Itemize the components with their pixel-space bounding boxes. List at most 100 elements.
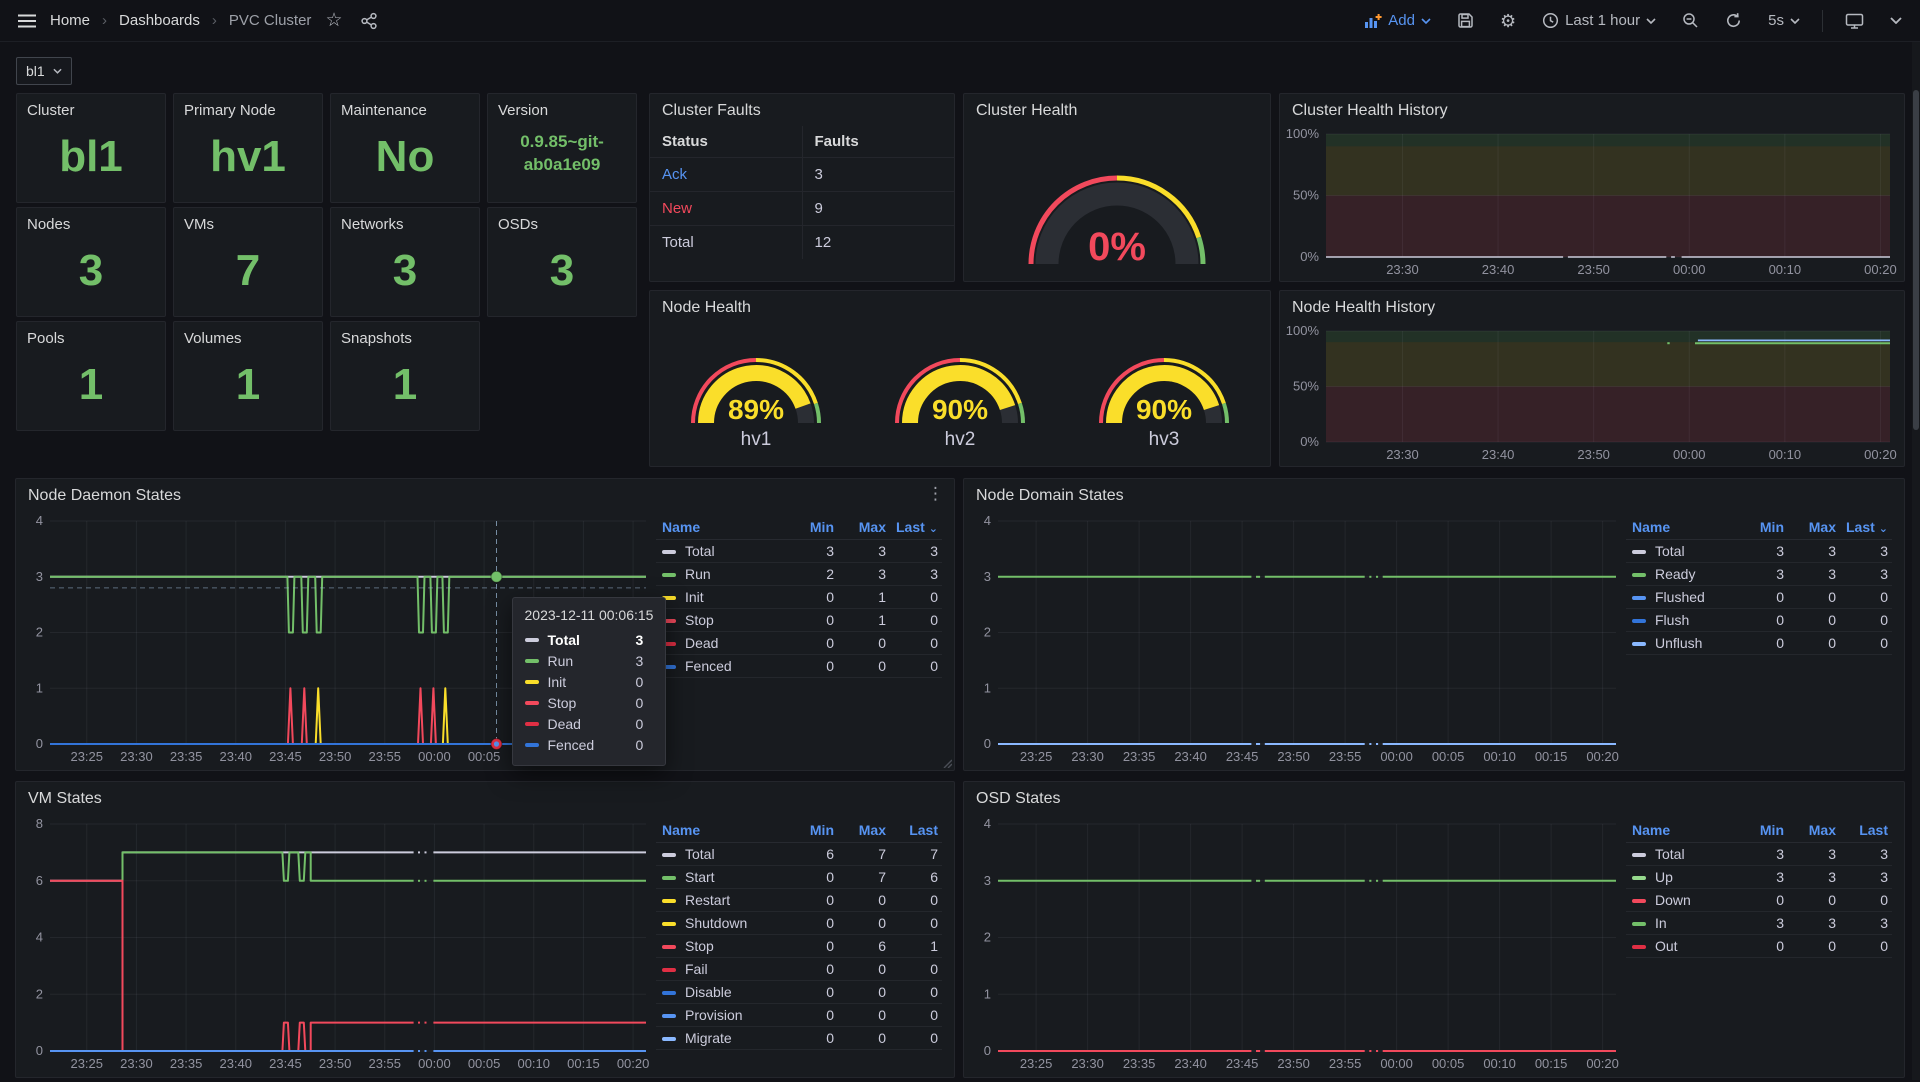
legend-header-last[interactable]: Last (890, 818, 942, 843)
legend-row[interactable]: Total677 (656, 843, 942, 866)
series-color-pill (525, 743, 539, 747)
panel-title: Cluster Health (964, 94, 1270, 122)
legend-row[interactable]: Fenced000 (656, 655, 942, 678)
tv-mode-button[interactable] (1841, 8, 1868, 34)
legend-header-max[interactable]: Max (1788, 818, 1840, 843)
legend-header-name[interactable]: Name (1626, 818, 1736, 843)
dashboard-settings-button[interactable]: ⚙ (1496, 8, 1520, 34)
breadcrumb-dashboards[interactable]: Dashboards (119, 12, 200, 29)
series-color-pill (1632, 876, 1646, 880)
series-name: Total (685, 543, 715, 559)
legend-row[interactable]: Down000 (1626, 889, 1892, 912)
legend-header-last[interactable]: Last⌄ (890, 515, 942, 540)
legend-row[interactable]: Stop061 (656, 935, 942, 958)
series-last: 0 (890, 912, 942, 935)
legend-header-min[interactable]: Min (1736, 818, 1788, 843)
svg-text:8: 8 (36, 816, 43, 831)
panel-resize-handle[interactable] (942, 758, 952, 768)
legend-row[interactable]: Init010 (656, 586, 942, 609)
node-domain-states-chart[interactable]: 23:2523:3023:3523:4023:4523:5023:5500:00… (964, 513, 1626, 770)
svg-text:1: 1 (36, 680, 43, 695)
legend-row[interactable]: Total333 (1626, 843, 1892, 866)
legend-header-last[interactable]: Last (1840, 818, 1892, 843)
refresh-button[interactable] (1721, 8, 1746, 33)
legend-row[interactable]: Total333 (656, 540, 942, 563)
svg-text:23:25: 23:25 (1020, 749, 1053, 764)
legend-row[interactable]: Unflush000 (1626, 632, 1892, 655)
legend-row[interactable]: Total333 (1626, 540, 1892, 563)
legend-row[interactable]: Stop010 (656, 609, 942, 632)
legend-row[interactable]: Provision000 (656, 1004, 942, 1027)
svg-text:23:55: 23:55 (368, 749, 401, 764)
share-button[interactable] (356, 8, 382, 34)
node-health-history-chart[interactable]: 23:3023:4023:5000:0000:1000:200%50%100% (1280, 323, 1904, 466)
legend-header-name[interactable]: Name (656, 818, 786, 843)
legend-row[interactable]: Fail000 (656, 958, 942, 981)
series-min: 6 (786, 843, 838, 866)
sort-caret-icon: ⌄ (1879, 522, 1888, 535)
panel-menu-kebab-icon[interactable]: ⋮ (927, 485, 944, 502)
legend-header-max[interactable]: Max (1788, 515, 1840, 540)
save-dashboard-button[interactable] (1453, 8, 1478, 33)
legend-row[interactable]: Start076 (656, 866, 942, 889)
fault-count: 12 (802, 226, 954, 260)
vm-states-chart[interactable]: 23:2523:3023:3523:4023:4523:5023:5500:00… (16, 816, 656, 1077)
svg-text:00:20: 00:20 (617, 1056, 650, 1071)
hamburger-menu-button[interactable] (14, 10, 40, 32)
legend-row[interactable]: Dead000 (656, 632, 942, 655)
fault-status-new[interactable]: New (650, 192, 802, 226)
favorite-star-button[interactable]: ☆ (321, 7, 346, 34)
cluster-variable-dropdown[interactable]: bl1 (16, 57, 72, 85)
legend-row[interactable]: Migrate000 (656, 1027, 942, 1050)
series-name: Dead (685, 635, 718, 651)
legend-header-max[interactable]: Max (838, 515, 890, 540)
refresh-interval-picker[interactable]: 5s (1764, 8, 1804, 33)
cluster-health-history-chart[interactable]: 23:3023:4023:5000:0000:1000:200%50%100% (1280, 126, 1904, 281)
legend-row[interactable]: Run233 (656, 563, 942, 586)
fault-status-ack[interactable]: Ack (650, 158, 802, 192)
gauge-node-label: hv1 (741, 429, 772, 451)
gauge-svg: 90% (1066, 319, 1262, 431)
legend-header-min[interactable]: Min (786, 515, 838, 540)
svg-text:23:35: 23:35 (1123, 1056, 1156, 1071)
breadcrumb-home[interactable]: Home (50, 12, 90, 29)
legend-header-min[interactable]: Min (786, 818, 838, 843)
add-panel-button[interactable]: Add (1360, 8, 1435, 33)
svg-text:23:55: 23:55 (1329, 749, 1362, 764)
cluster-faults-table: Status Faults Ack 3 New 9 Total 12 (650, 126, 954, 259)
series-color-pill (662, 1037, 676, 1041)
legend-row[interactable]: In333 (1626, 912, 1892, 935)
svg-text:00:20: 00:20 (1864, 447, 1897, 462)
scrollbar-track[interactable] (1912, 42, 1920, 1080)
svg-text:23:45: 23:45 (269, 749, 302, 764)
cluster-health-panel: Cluster Health 0% (963, 93, 1271, 282)
legend-header-name[interactable]: Name (1626, 515, 1736, 540)
zoom-out-time-button[interactable] (1678, 8, 1703, 33)
legend-row[interactable]: Ready333 (1626, 563, 1892, 586)
series-name: Total (1655, 846, 1685, 862)
series-color-pill (525, 638, 539, 642)
legend-header-last[interactable]: Last⌄ (1840, 515, 1892, 540)
legend-row[interactable]: Up333 (1626, 866, 1892, 889)
legend-header-min[interactable]: Min (1736, 515, 1788, 540)
series-color-pill (525, 722, 539, 726)
legend-row[interactable]: Restart000 (656, 889, 942, 912)
osd-states-chart[interactable]: 23:2523:3023:3523:4023:4523:5023:5500:00… (964, 816, 1626, 1077)
vm-states-panel: VM States 23:2523:3023:3523:4023:4523:50… (15, 781, 955, 1078)
series-last: 0 (1840, 586, 1892, 609)
node-daemon-states-chart[interactable]: 23:2523:3023:3523:4023:4523:5023:5500:00… (16, 513, 656, 770)
legend-row[interactable]: Disable000 (656, 981, 942, 1004)
legend-header-name[interactable]: Name (656, 515, 786, 540)
legend-row[interactable]: Shutdown000 (656, 912, 942, 935)
legend-row[interactable]: Flush000 (1626, 609, 1892, 632)
tooltip-row: Dead0 (525, 714, 654, 735)
svg-text:50%: 50% (1293, 188, 1319, 203)
legend-row[interactable]: Out000 (1626, 935, 1892, 958)
time-range-picker[interactable]: Last 1 hour (1538, 8, 1660, 33)
legend-row[interactable]: Flushed000 (1626, 586, 1892, 609)
legend-header-max[interactable]: Max (838, 818, 890, 843)
scrollbar-thumb[interactable] (1913, 90, 1919, 430)
svg-text:2: 2 (36, 625, 43, 640)
toolbar-collapse-button[interactable] (1886, 13, 1906, 28)
svg-text:23:30: 23:30 (120, 1056, 153, 1071)
